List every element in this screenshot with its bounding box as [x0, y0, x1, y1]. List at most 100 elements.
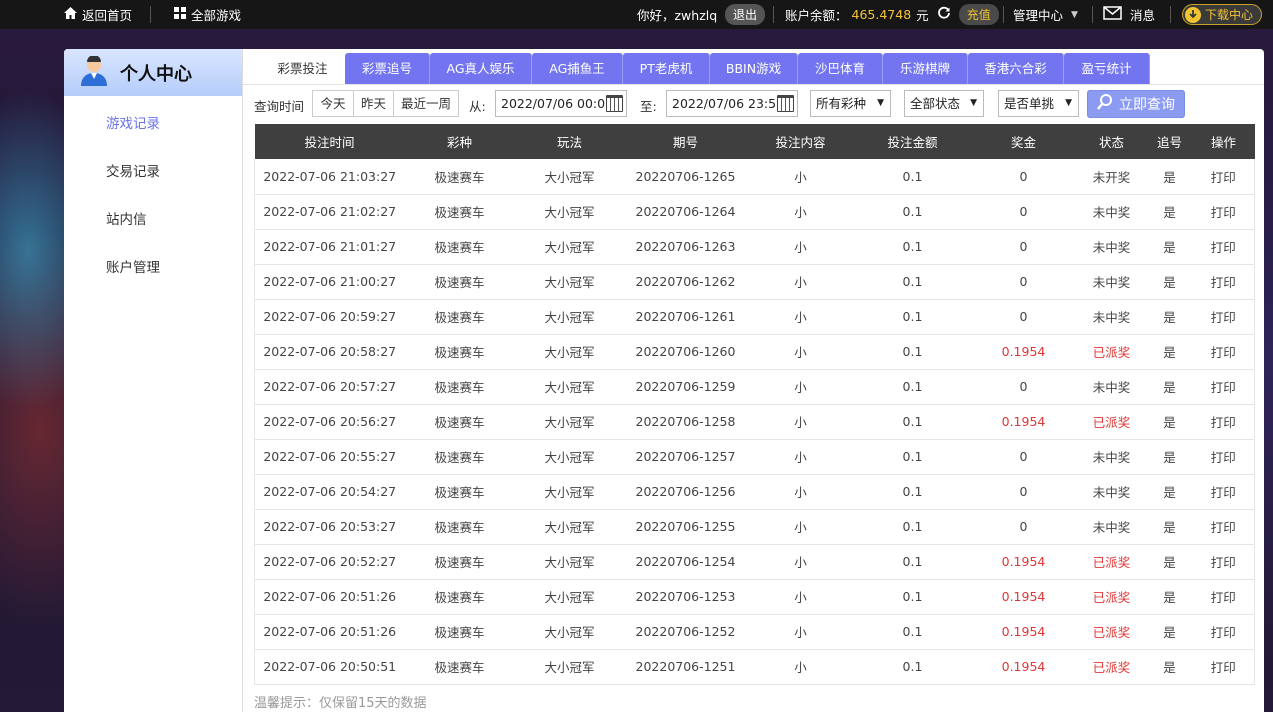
table-cell: 0.1954 — [970, 579, 1077, 615]
column-header: 追号 — [1146, 124, 1193, 159]
table-cell: 大小冠军 — [514, 334, 625, 370]
table-cell: 0.1 — [854, 334, 971, 370]
table-cell: 20220706-1263 — [624, 229, 747, 265]
table-cell: 极速赛车 — [404, 334, 515, 370]
print-link[interactable]: 打印 — [1192, 474, 1255, 510]
to-date-input[interactable]: 2022/07/06 23:59 — [666, 90, 798, 117]
tab-saba-sports[interactable]: 沙巴体育 — [798, 53, 883, 85]
table-row: 2022-07-06 21:00:27 极速赛车 大小冠军 20220706-1262… — [254, 264, 1255, 300]
table-cell: 20220706-1255 — [624, 509, 747, 545]
table-cell: 极速赛车 — [404, 579, 515, 615]
tab-hk-mark-six[interactable]: 香港六合彩 — [968, 53, 1064, 85]
column-header: 投注时间 — [254, 124, 405, 159]
bet-records-table: 投注时间 彩种 玩法 期号 投注内容 投注金额 奖金 状态 追号 操作 2022-07-06 21… — [254, 124, 1255, 685]
sidebar-item-game-records[interactable]: 游戏记录 — [106, 112, 160, 132]
retention-tip: 温馨提示：仅保留15天的数据 — [254, 696, 427, 711]
print-link[interactable]: 打印 — [1192, 369, 1255, 405]
admin-menu[interactable]: 管理中心 ▼ — [1013, 0, 1078, 29]
print-link[interactable]: 打印 — [1192, 404, 1255, 440]
last-week-button[interactable]: 最近一周 — [393, 90, 459, 117]
table-cell: 大小冠军 — [514, 404, 625, 440]
sidebar-item-transaction-records[interactable]: 交易记录 — [106, 160, 160, 180]
print-link[interactable]: 打印 — [1192, 334, 1255, 370]
table-cell: 小 — [746, 544, 855, 580]
table-cell: 2022-07-06 20:51:26 — [254, 614, 405, 650]
tab-lottery-bets[interactable]: 彩票投注 — [260, 53, 345, 85]
print-link[interactable]: 打印 — [1192, 544, 1255, 580]
all-games-link[interactable]: 全部游戏 — [174, 0, 241, 29]
table-cell: 0.1 — [854, 299, 971, 335]
print-link[interactable]: 打印 — [1192, 579, 1255, 615]
table-cell: 0 — [970, 229, 1077, 265]
table-cell: 0.1 — [854, 229, 971, 265]
table-cell: 0.1 — [854, 404, 971, 440]
tab-bbin[interactable]: BBIN游戏 — [710, 53, 798, 85]
logout-button[interactable]: 退出 — [725, 4, 766, 25]
sidebar-item-inbox[interactable]: 站内信 — [106, 208, 147, 228]
table-cell: 极速赛车 — [404, 159, 515, 195]
calendar-icon[interactable] — [777, 95, 794, 112]
table-cell: 0 — [970, 159, 1077, 195]
status-select[interactable]: 全部状态 ▼ — [904, 90, 984, 117]
sidebar-title: 个人中心 — [120, 63, 192, 85]
print-link[interactable]: 打印 — [1192, 229, 1255, 265]
caret-down-icon: ▼ — [1065, 98, 1072, 108]
column-header: 彩种 — [404, 124, 515, 159]
print-link[interactable]: 打印 — [1192, 649, 1255, 685]
table-row: 2022-07-06 20:52:27 极速赛车 大小冠军 20220706-1254… — [254, 544, 1255, 580]
table-cell: 大小冠军 — [514, 159, 625, 195]
table-cell: 小 — [746, 299, 855, 335]
table-cell: 是 — [1146, 159, 1193, 195]
yesterday-button[interactable]: 昨天 — [353, 90, 394, 117]
table-row: 2022-07-06 21:02:27 极速赛车 大小冠军 20220706-1264… — [254, 194, 1255, 230]
refresh-icon[interactable] — [937, 6, 951, 23]
tab-profit-loss[interactable]: 盈亏统计 — [1064, 53, 1150, 85]
single-bet-select[interactable]: 是否单挑 ▼ — [998, 90, 1079, 117]
table-cell: 20220706-1262 — [624, 264, 747, 300]
table-cell: 0.1 — [854, 369, 971, 405]
column-header: 状态 — [1076, 124, 1147, 159]
print-link[interactable]: 打印 — [1192, 439, 1255, 475]
table-cell: 20220706-1256 — [624, 474, 747, 510]
table-cell: 极速赛车 — [404, 614, 515, 650]
print-link[interactable]: 打印 — [1192, 264, 1255, 300]
print-link[interactable]: 打印 — [1192, 614, 1255, 650]
today-button[interactable]: 今天 — [312, 90, 354, 117]
column-header: 玩法 — [514, 124, 625, 159]
table-cell: 未开奖 — [1076, 159, 1147, 195]
lottery-type-select[interactable]: 所有彩种 ▼ — [810, 90, 891, 117]
tab-leyou-chess[interactable]: 乐游棋牌 — [883, 53, 968, 85]
calendar-icon[interactable] — [606, 95, 623, 112]
table-cell: 0.1954 — [970, 544, 1077, 580]
query-button[interactable]: 立即查询 — [1087, 90, 1185, 118]
messages-link[interactable]: 消息 — [1103, 0, 1155, 29]
greeting: 你好，zwhzlq — [637, 8, 718, 23]
table-cell: 0.1 — [854, 544, 971, 580]
table-cell: 2022-07-06 21:00:27 — [254, 264, 405, 300]
tab-ag-fishing[interactable]: AG捕鱼王 — [532, 53, 623, 85]
print-link[interactable]: 打印 — [1192, 509, 1255, 545]
from-date-input[interactable]: 2022/07/06 00:00 — [495, 90, 627, 117]
download-button[interactable]: 下载中心 — [1182, 0, 1263, 29]
home-link[interactable]: 返回首页 — [64, 0, 132, 29]
table-cell: 0.1 — [854, 194, 971, 230]
tab-lottery-chase[interactable]: 彩票追号 — [345, 53, 430, 85]
table-cell: 是 — [1146, 299, 1193, 335]
table-cell: 小 — [746, 439, 855, 475]
table-cell: 小 — [746, 334, 855, 370]
print-link[interactable]: 打印 — [1192, 194, 1255, 230]
table-cell: 已派奖 — [1076, 579, 1147, 615]
table-row: 2022-07-06 20:51:26 极速赛车 大小冠军 20220706-1253… — [254, 579, 1255, 615]
table-cell: 0.1954 — [970, 334, 1077, 370]
table-cell: 小 — [746, 264, 855, 300]
table-cell: 是 — [1146, 334, 1193, 370]
tab-ag-live[interactable]: AG真人娱乐 — [430, 53, 532, 85]
recharge-button[interactable]: 充值 — [958, 4, 999, 25]
print-link[interactable]: 打印 — [1192, 159, 1255, 195]
sidebar-item-account[interactable]: 账户管理 — [106, 256, 160, 276]
balance-value: 465.4748 — [851, 7, 912, 22]
tab-pt-slots[interactable]: PT老虎机 — [623, 53, 710, 85]
table-cell: 2022-07-06 21:01:27 — [254, 229, 405, 265]
table-cell: 未中奖 — [1076, 229, 1147, 265]
print-link[interactable]: 打印 — [1192, 299, 1255, 335]
